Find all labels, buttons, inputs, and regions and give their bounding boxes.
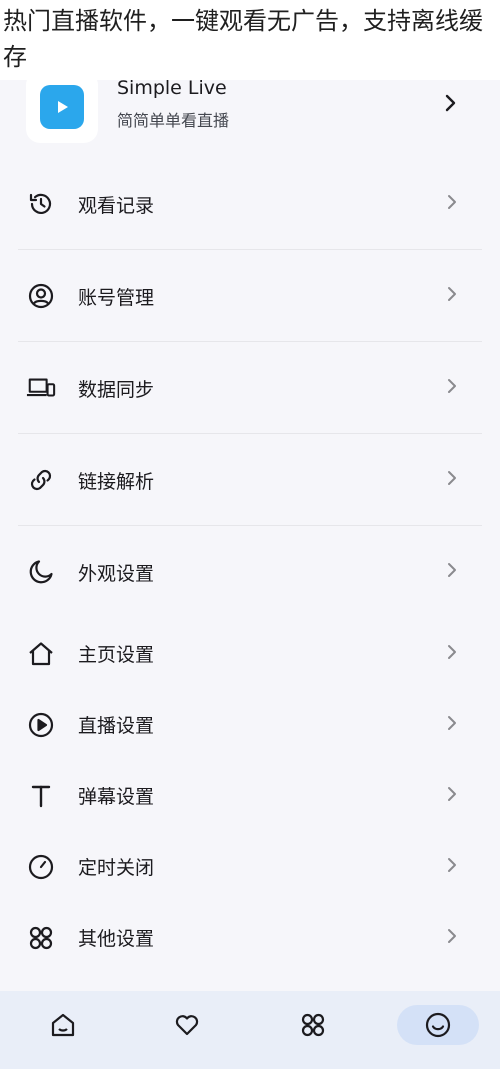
app-tagline: 简简单单看直播 [117,111,230,130]
menu-item-account[interactable]: 账号管理 [0,250,500,342]
menu-label: 主页设置 [78,644,155,666]
account-icon [26,281,56,311]
text-icon [26,781,56,811]
menu-label: 外观设置 [78,562,155,585]
moon-icon [26,557,56,587]
app-logo-box [26,71,98,143]
history-icon [26,189,56,219]
menu-item-appearance[interactable]: 外观设置 [0,526,500,618]
nav-home-button[interactable] [22,1005,104,1045]
chevron-right-icon [446,377,458,399]
menu-label: 其他设置 [78,928,155,950]
play-circle-icon [26,710,56,740]
apps-icon [301,1013,325,1037]
smile-icon [425,1012,451,1038]
chevron-right-icon [446,714,458,736]
chevron-right-icon [446,285,458,307]
menu-label: 数据同步 [78,378,155,401]
menu-item-other-settings[interactable]: 其他设置 [0,902,500,973]
menu-item-danmaku-settings[interactable]: 弹幕设置 [0,760,500,831]
menu-item-timer-close[interactable]: 定时关闭 [0,831,500,902]
menu-item-home-settings[interactable]: 主页设置 [0,618,500,689]
nav-favorites-button[interactable] [146,1005,228,1045]
timer-icon [26,852,56,882]
nav-categories-button[interactable] [272,1005,354,1045]
menu-item-live-settings[interactable]: 直播设置 [0,689,500,760]
menu-item-history[interactable]: 观看记录 [0,158,500,250]
menu-item-link-parse[interactable]: 链接解析 [0,434,500,526]
apps-icon [26,923,56,953]
menu-label: 观看记录 [78,194,155,217]
home-icon [26,639,56,669]
chevron-right-icon [446,856,458,878]
menu-label: 账号管理 [78,286,155,309]
play-icon [40,85,84,129]
home-icon [51,1013,75,1037]
menu-label: 链接解析 [78,470,155,493]
menu-label: 定时关闭 [78,857,155,879]
heart-icon [175,1015,199,1036]
chevron-right-icon [446,643,458,665]
menu-label: 直播设置 [78,715,155,737]
link-icon [26,465,56,495]
nav-profile-button[interactable] [397,1005,479,1045]
chevron-right-icon [446,193,458,215]
app-name: Simple Live [117,77,227,99]
settings-menu: 观看记录 账号管理 数据同步 链接解析 外观设置 主页设置 直播设置 弹幕设置 … [0,158,500,973]
overlay-caption: 热门直播软件，一键观看无广告，支持离线缓存 [0,0,500,80]
chevron-right-icon [446,785,458,807]
bottom-navigation-bar [0,991,500,1069]
chevron-right-icon [444,93,458,117]
chevron-right-icon [446,927,458,949]
chevron-right-icon [446,561,458,583]
chevron-right-icon [446,469,458,491]
menu-item-sync[interactable]: 数据同步 [0,342,500,434]
menu-label: 弹幕设置 [78,786,155,808]
devices-icon [26,373,56,403]
